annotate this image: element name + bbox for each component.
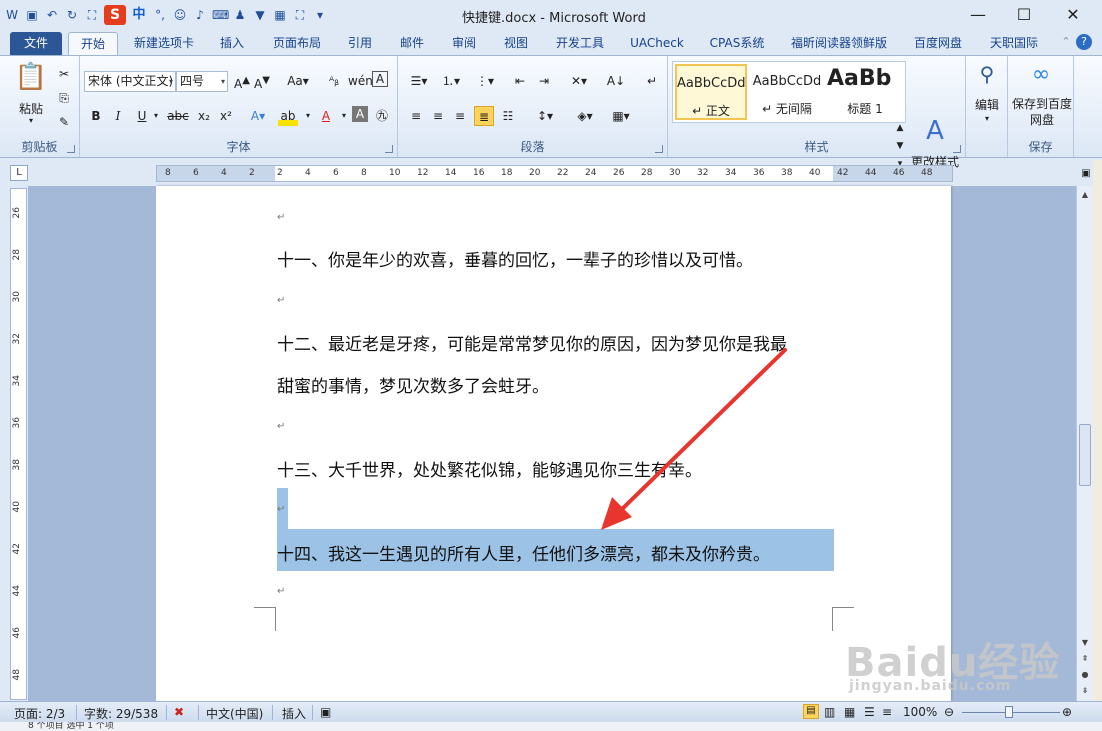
status-divider — [272, 705, 273, 720]
scroll-down-small-icon[interactable]: ▼ — [1078, 636, 1092, 650]
status-divider — [76, 705, 77, 720]
word-count[interactable]: 字数: 29/538 — [84, 705, 158, 722]
macro-record-icon[interactable]: ▣ — [320, 705, 331, 719]
zoom-in-icon[interactable]: ⊕ — [1062, 705, 1072, 719]
prev-page-icon[interactable]: ⇞ — [1078, 652, 1092, 666]
zoom-level[interactable]: 100% — [903, 705, 937, 719]
background-explorer-strip: 8 个项目 选中 1 个项 — [0, 722, 1102, 731]
scroll-thumb[interactable] — [1079, 424, 1091, 486]
outline-view-icon[interactable]: ☰ — [864, 705, 875, 719]
scroll-up-icon[interactable]: ▲ — [1078, 188, 1092, 202]
explorer-status-text: 8 个项目 选中 1 个项 — [28, 722, 114, 731]
baidu-watermark: Baidu经验 jingyan.baidu.com — [845, 630, 1060, 694]
red-arrow-annotation — [601, 348, 787, 530]
vertical-scrollbar[interactable]: ▲ ▼ ⇞ ● ⇟ — [1076, 186, 1093, 701]
zoom-slider-thumb[interactable] — [1005, 706, 1013, 718]
status-divider — [198, 705, 199, 720]
web-layout-icon[interactable]: ▦ — [844, 705, 855, 719]
status-bar: 页面: 2/3 字数: 29/538 ✖ 中文(中国) 插入 ▣ ▤ ▥ ▦ ☰… — [0, 701, 1102, 722]
watermark-sub: jingyan.baidu.com — [849, 678, 1012, 694]
proofing-icon[interactable]: ✖ — [174, 705, 184, 719]
language-indicator[interactable]: 中文(中国) — [206, 705, 263, 722]
status-divider — [166, 705, 167, 720]
print-layout-icon[interactable]: ▤ — [803, 704, 819, 719]
page-indicator[interactable]: 页面: 2/3 — [14, 705, 65, 722]
fullscreen-reading-icon[interactable]: ▥ — [824, 705, 835, 719]
draft-view-icon[interactable]: ≡ — [882, 705, 892, 719]
browse-object-icon[interactable]: ● — [1078, 668, 1092, 682]
background-window-strip — [1093, 160, 1102, 720]
zoom-out-icon[interactable]: ⊖ — [944, 705, 954, 719]
insert-mode[interactable]: 插入 — [282, 705, 306, 722]
next-page-icon[interactable]: ⇟ — [1078, 684, 1092, 698]
status-divider — [312, 705, 313, 720]
